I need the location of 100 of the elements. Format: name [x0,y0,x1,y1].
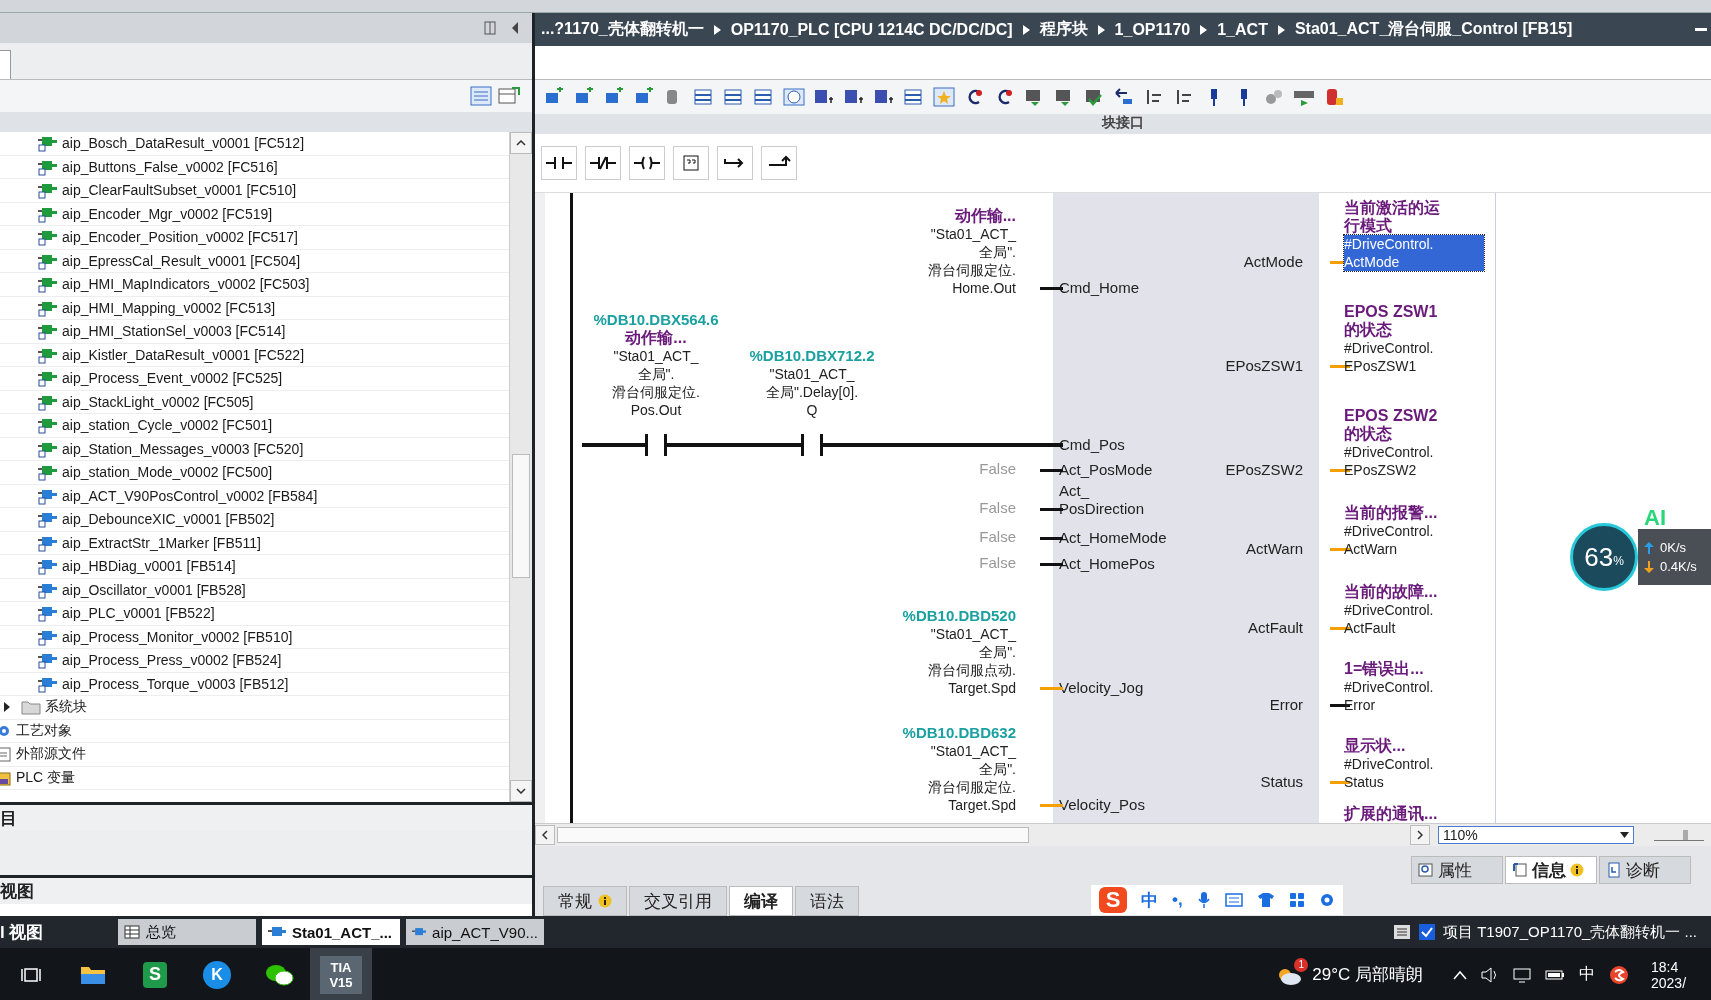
no-instruction-button[interactable] [541,146,577,180]
grid-icon[interactable] [1288,892,1305,908]
coil-instruction-button[interactable] [629,146,665,180]
operand-name[interactable]: #DriveControl. EPosZSW1 [1344,339,1434,375]
tree-item[interactable]: aip_Encoder_Mgr_v0002 [FC519] [0,202,509,226]
scroll-left-button[interactable] [535,825,555,845]
shirt-icon[interactable] [1256,892,1275,908]
tree-item[interactable]: aip_Bosch_DataResult_v0001 [FC512] [0,132,509,156]
operand-name[interactable]: "Sta01_ACT_ 全局". 滑台伺服定位. Home.Out [928,225,1016,297]
tree-item[interactable]: aip_station_Cycle_v0002 [FC501] [0,414,509,438]
inspector-tab[interactable]: 诊断 [1599,856,1691,884]
tree-item[interactable]: aip_HMI_MapIndicators_v0002 [FC503] [0,273,509,297]
tree-item[interactable]: aip_Buttons_False_v0002 [FC516] [0,155,509,179]
breadcrumb-item[interactable]: ...?1170_壳体翻转机一 [541,19,704,40]
collapse-left-icon[interactable] [510,21,520,35]
tree-item[interactable]: aip_StackLight_v0002 [FC505] [0,390,509,414]
list-tool-icon[interactable] [753,87,775,107]
tree-item[interactable]: aip_Process_Monitor_v0002 [FB510] [0,625,509,649]
tree-item[interactable]: 系统块 [0,696,509,720]
inspector-tab[interactable]: 信息 [1505,856,1597,884]
breadcrumb-item[interactable]: 1_ACT [1217,20,1268,39]
zoom-dropdown[interactable]: 110% [1438,826,1634,844]
tree-item[interactable]: aip_DebounceXIC_v0001 [FB502] [0,508,509,532]
inspector-tab[interactable]: 属性 [1411,856,1503,884]
open-instruction-button[interactable] [717,146,753,180]
network-speed-panel[interactable]: 0K/s 0.4K/s [1638,529,1711,585]
tree-item[interactable]: 工艺对象 [0,719,509,743]
panel-tab[interactable] [0,50,11,79]
operand-name[interactable]: #DriveControl. Status [1344,755,1434,791]
battery-icon[interactable] [1545,968,1565,981]
operand-name[interactable]: #DriveControl. ActMode [1344,235,1484,271]
scroll-down-button[interactable] [510,780,532,802]
list-tool-icon[interactable] [693,87,715,107]
tree-item[interactable]: aip_Process_Torque_v0003 [FB512] [0,672,509,696]
operand-name[interactable]: "Sta01_ACT_ 全局". 滑台伺服点动. Target.Spd [928,625,1016,697]
punctuation-mode[interactable]: •, [1172,890,1183,910]
box-instruction-button[interactable] [673,146,709,180]
breadcrumb-item[interactable]: OP1170_PLC [CPU 1214C DC/DC/DC] [730,20,1013,39]
result-tab[interactable]: 交叉引用 [629,886,727,916]
tree-item[interactable]: aip_ClearFaultSubset_v0001 [FC510] [0,179,509,203]
portal-view-link[interactable]: l 视图 [0,920,112,944]
operand-name[interactable]: #DriveControl. EPosZSW2 [1344,443,1434,479]
weather-text[interactable]: 29°C 局部晴朗 [1312,963,1423,986]
tree-item[interactable]: aip_PLC_v0001 [FB522] [0,602,509,626]
tree-item[interactable]: aip_ExtractStr_1Marker [FB511] [0,531,509,555]
tree-item[interactable]: aip_Process_Event_v0002 [FC525] [0,367,509,391]
result-tab[interactable]: 常规 [543,886,627,916]
tree-item[interactable]: aip_EpressCal_Result_v0001 [FC504] [0,249,509,273]
arrow-tool-icon[interactable] [1113,87,1135,107]
scroll-right-button[interactable] [1410,825,1430,845]
tree-item[interactable]: aip_Process_Press_v0002 [FB524] [0,649,509,673]
clock-time[interactable]: 18:4 [1651,958,1711,975]
status-list-icon[interactable] [1393,924,1411,940]
app-logo-icon[interactable] [1609,964,1629,985]
speaker-icon[interactable] [1481,966,1499,983]
editor-tab[interactable]: aip_ACT_V90... [406,919,544,945]
table-export-icon[interactable] [498,86,520,106]
split-view-icon[interactable] [484,21,496,35]
monitor-icon[interactable] [1513,966,1531,983]
list-tool-icon[interactable] [723,87,745,107]
scroll-up-button[interactable] [510,132,532,154]
tree-item[interactable]: aip_ACT_V90PosControl_v0002 [FB584] [0,484,509,508]
expand-arrow-icon[interactable] [3,702,11,713]
tree-item[interactable]: aip_Oscillator_v0001 [FB528] [0,578,509,602]
nc-instruction-button[interactable] [585,146,621,180]
tree-item[interactable]: aip_Kistler_DataResult_v0001 [FC522] [0,343,509,367]
operand-name[interactable]: #DriveControl. Error [1344,678,1434,714]
result-tab[interactable]: 语法 [795,886,859,916]
star-tool-icon[interactable] [933,87,955,107]
operand-name[interactable]: #DriveControl. ActWarn [1344,522,1434,558]
breadcrumb-item[interactable]: 1_OP1170 [1114,20,1191,39]
operand-name[interactable]: "Sta01_ACT_ 全局". 滑台伺服定位. Pos.Out [612,347,700,419]
function-block[interactable] [1053,193,1319,823]
tree-item[interactable]: aip_HMI_Mapping_v0002 [FC513] [0,296,509,320]
list-tool-icon[interactable] [903,87,925,107]
tree-item[interactable]: 外部源文件 [0,743,509,767]
contact-symbol-icon[interactable] [801,434,823,456]
operand-name[interactable]: "Sta01_ACT_ 全局". 滑台伺服定位. Target.Spd [928,742,1016,814]
tree-item[interactable]: aip_Encoder_Position_v0002 [FC517] [0,226,509,250]
minimize-icon[interactable] [1695,27,1707,32]
check-tool-icon[interactable] [1083,87,1105,107]
breadcrumb-item[interactable]: Sta01_ACT_滑台伺服_Control [FB15] [1294,19,1573,40]
ime-mode[interactable]: 中 [1141,888,1158,912]
block-interface-label[interactable]: 块接口 [1102,114,1144,134]
editor-tab[interactable]: Sta01_ACT_... [262,919,400,945]
scrollbar-thumb[interactable] [557,827,1029,843]
tree-item[interactable]: aip_station_Mode_v0002 [FC500] [0,461,509,485]
settings-icon[interactable] [1318,892,1335,908]
tree-item[interactable]: aip_Station_Messages_v0003 [FC520] [0,437,509,461]
tree-item[interactable]: PLC 变量 [0,766,509,790]
zoom-slider-thumb[interactable] [1683,829,1689,840]
tia-taskbar-button[interactable]: TIA V15 [310,948,372,1000]
keyboard-icon[interactable] [1224,893,1243,907]
sheet-taskbar-button[interactable]: S [124,948,186,1000]
contact-symbol-icon[interactable] [645,434,667,456]
breadcrumb-item[interactable]: 程序块 [1039,19,1088,40]
ime-logo[interactable]: S [1099,887,1127,913]
result-tab[interactable]: 编译 [729,886,793,916]
microphone-icon[interactable] [1196,891,1211,909]
chevron-up-icon[interactable] [1453,969,1467,980]
